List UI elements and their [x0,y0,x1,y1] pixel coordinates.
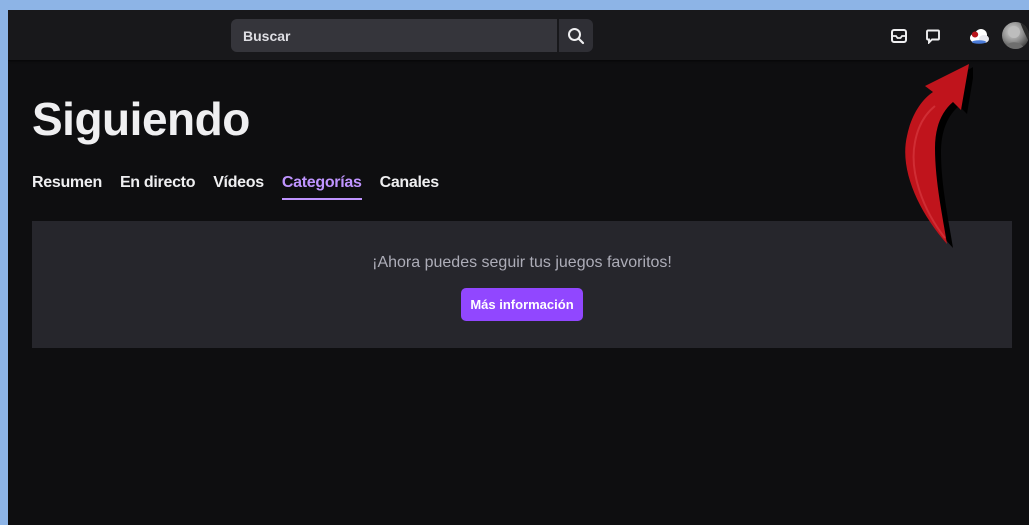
banner-message: ¡Ahora puedes seguir tus juegos favorito… [372,254,672,271]
tab-videos[interactable]: Vídeos [213,174,264,200]
search-bar [231,19,593,52]
avatar[interactable] [1002,22,1029,49]
follow-games-banner: ¡Ahora puedes seguir tus juegos favorito… [32,221,1012,348]
app-window: Siguiendo Resumen En directo Vídeos Cate… [8,10,1029,525]
inbox-button[interactable] [888,25,910,47]
tab-canales[interactable]: Canales [380,174,440,200]
more-info-button[interactable]: Más información [461,288,583,321]
inbox-icon [891,29,907,43]
tab-resumen[interactable]: Resumen [32,174,102,200]
tab-bar: Resumen En directo Vídeos Categorías Can… [32,174,457,200]
search-icon [567,27,585,45]
bits-icon [968,28,990,44]
page-title: Siguiendo [32,93,250,145]
bits-button[interactable] [968,25,990,47]
whispers-button[interactable] [922,25,944,47]
tab-categorias[interactable]: Categorías [281,174,362,200]
annotation-arrow [905,64,973,248]
search-input[interactable] [231,19,557,52]
search-button[interactable] [559,19,593,52]
whispers-icon [926,29,940,44]
tab-en-directo[interactable]: En directo [120,174,196,200]
top-nav-bar [8,10,1029,60]
